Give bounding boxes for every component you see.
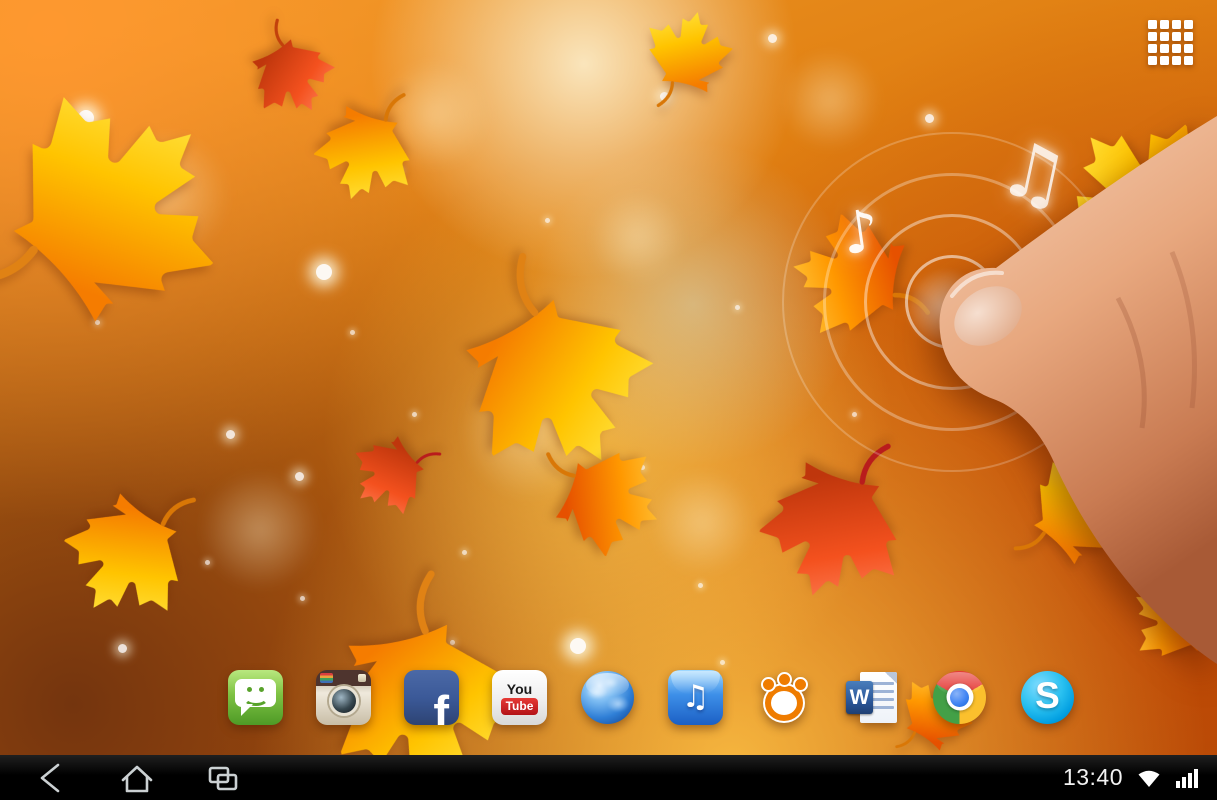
facebook-f-icon: f — [404, 670, 459, 725]
ripple-ring — [782, 132, 1122, 472]
home-icon — [117, 760, 157, 796]
tablet-screen: ♪ ♫ f — [0, 0, 1217, 800]
sparkle — [545, 218, 550, 223]
clock: 13:40 — [1063, 764, 1123, 791]
all-apps-button[interactable] — [1148, 20, 1193, 65]
youtube-wordmark-icon: You Tube — [492, 670, 547, 725]
sparkle — [698, 583, 703, 588]
sparkle — [226, 430, 235, 439]
word-letter: W — [850, 687, 870, 708]
maple-leaf — [40, 445, 249, 658]
dock-app-gom-player[interactable] — [756, 670, 811, 725]
system-bar: 13:40 — [0, 755, 1217, 800]
sparkle — [316, 264, 332, 280]
maple-leaf — [335, 409, 468, 540]
retro-camera-icon — [316, 670, 371, 725]
dock-app-youtube[interactable]: You Tube — [492, 670, 547, 725]
nav-recents-button[interactable] — [200, 759, 246, 797]
sparkle — [925, 114, 934, 123]
dock-app-browser[interactable] — [580, 670, 635, 725]
word-document-icon: W — [844, 670, 899, 725]
nav-back-button[interactable] — [28, 759, 74, 797]
facebook-letter: f — [433, 689, 449, 725]
chat-smiley-icon — [228, 670, 283, 725]
maple-leaf — [616, 0, 739, 125]
sparkle — [735, 305, 740, 310]
dock-app-messaging[interactable] — [228, 670, 283, 725]
dock: f You Tube ♫ W — [228, 668, 1075, 726]
sparkle — [350, 330, 355, 335]
dock-app-skype[interactable]: S — [1020, 670, 1075, 725]
dock-app-music[interactable]: ♫ — [668, 670, 723, 725]
dock-app-chrome[interactable] — [932, 670, 987, 725]
dock-app-instagram[interactable] — [316, 670, 371, 725]
skype-letter: S — [1035, 677, 1060, 714]
dock-app-word[interactable]: W — [844, 670, 899, 725]
sparkle — [720, 660, 725, 665]
nav-home-button[interactable] — [114, 759, 160, 797]
sparkle — [768, 34, 777, 43]
sparkle — [295, 472, 304, 481]
status-area: 13:40 — [1063, 764, 1201, 791]
music-note-icon: ♫ — [668, 670, 723, 725]
bokeh-light — [780, 50, 880, 150]
paw-icon — [756, 670, 811, 725]
recent-apps-icon — [203, 760, 243, 796]
music-note-glyph: ♫ — [682, 679, 710, 715]
sparkle — [570, 638, 586, 654]
maple-leaf — [1105, 556, 1217, 703]
globe-icon — [581, 671, 634, 724]
apps-grid-icon — [1148, 20, 1193, 65]
signal-bars-icon — [1175, 766, 1201, 790]
chrome-logo-icon — [933, 671, 986, 724]
youtube-tube-text: Tube — [501, 698, 539, 715]
wifi-icon — [1135, 766, 1163, 790]
youtube-you-text: You — [507, 682, 532, 696]
sparkle — [300, 596, 305, 601]
nav-buttons — [28, 759, 246, 797]
back-arrow-icon — [31, 760, 71, 796]
sparkle — [118, 644, 127, 653]
skype-s-icon: S — [1021, 671, 1074, 724]
maple-leaf — [0, 18, 271, 401]
dock-app-facebook[interactable]: f — [404, 670, 459, 725]
